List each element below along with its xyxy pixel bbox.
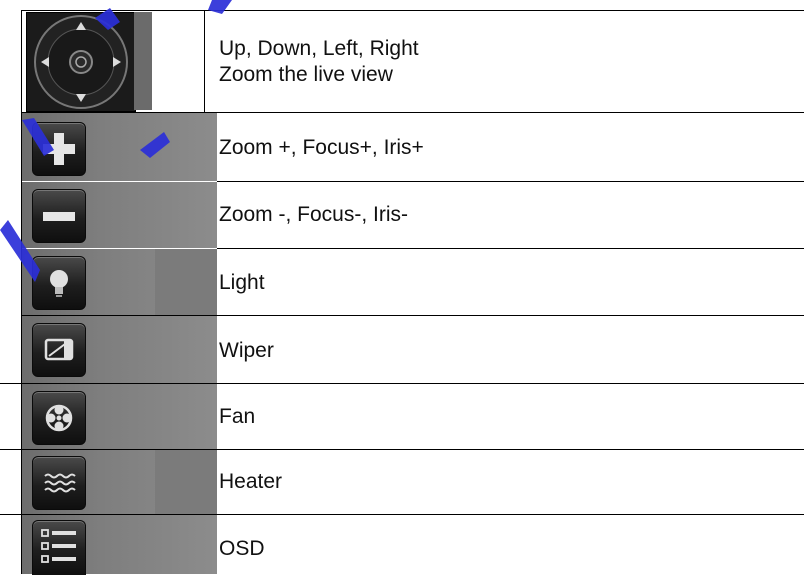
row-description: Wiper — [219, 339, 274, 362]
row-divider — [21, 10, 804, 11]
row-divider — [217, 248, 804, 249]
row-description: Zoom +, Focus+, Iris+ — [219, 136, 424, 159]
row-description: Zoom -, Focus-, Iris- — [219, 203, 409, 226]
row-description: Light — [219, 271, 265, 294]
minus-icon[interactable] — [32, 189, 86, 243]
description-line: Zoom the live view — [219, 63, 393, 86]
light-bulb-icon[interactable] — [32, 256, 86, 310]
row-divider — [217, 181, 804, 182]
fan-icon[interactable] — [32, 391, 86, 445]
heater-icon[interactable] — [32, 456, 86, 510]
osd-menu-icon[interactable] — [32, 520, 86, 575]
column-divider — [204, 10, 205, 112]
plus-icon[interactable] — [32, 122, 86, 176]
row-description: Heater — [219, 470, 283, 493]
row-description: OSD — [219, 537, 265, 560]
row-description: Fan — [219, 405, 256, 428]
row-description: Up, Down, Left, Right Zoom the live view — [219, 36, 419, 88]
description-line: Up, Down, Left, Right — [219, 37, 419, 60]
ptz-direction-pad-icon[interactable] — [26, 12, 136, 112]
wiper-icon[interactable] — [32, 323, 86, 377]
